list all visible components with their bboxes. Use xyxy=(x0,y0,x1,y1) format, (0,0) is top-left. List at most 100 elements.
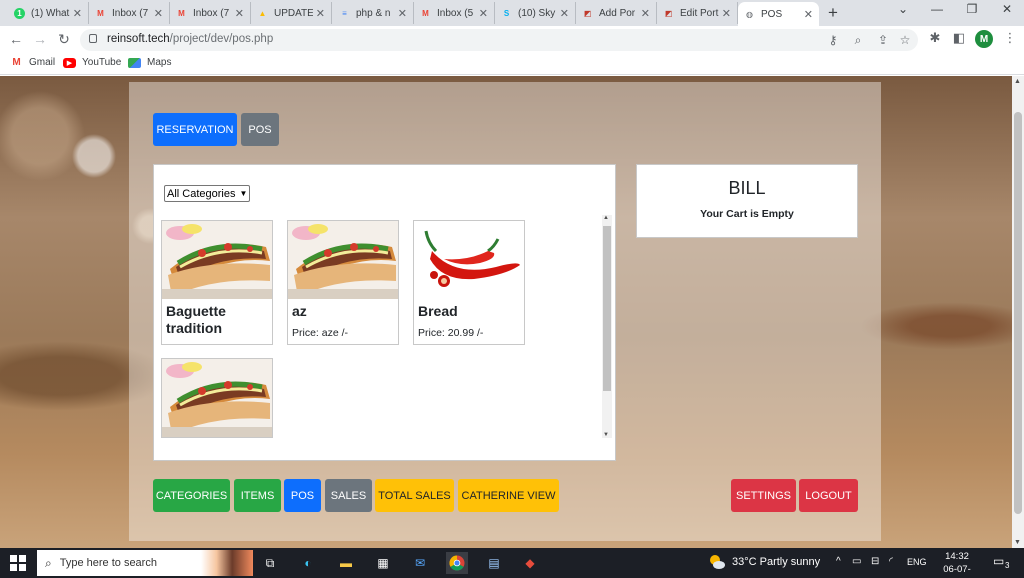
site-icon: ◩ xyxy=(664,8,673,18)
close-tab-icon[interactable]: ✕ xyxy=(316,7,325,20)
forward-arrow-icon[interactable]: → xyxy=(31,31,49,47)
windows-start-icon[interactable] xyxy=(10,555,26,571)
task-view-icon[interactable]: ⧉ xyxy=(259,552,281,574)
browser-tab[interactable]: ▲ UPDATE ✕ xyxy=(251,2,332,24)
reservation-button[interactable]: RESERVATION xyxy=(153,113,237,146)
chevron-down-icon: ▼ xyxy=(239,189,248,198)
tab-label: POS xyxy=(761,8,783,20)
browser-tab[interactable]: ◩ Edit Port ✕ xyxy=(657,2,738,24)
sales-button[interactable]: SALES xyxy=(325,479,372,512)
close-tab-icon[interactable]: ✕ xyxy=(235,7,244,20)
close-window-button[interactable]: ✕ xyxy=(992,2,1022,16)
browser-tab[interactable]: M Inbox (5 ✕ xyxy=(414,2,495,24)
maps-icon xyxy=(128,57,141,68)
close-tab-icon[interactable]: ✕ xyxy=(73,7,82,20)
scroll-up-arrow-icon[interactable]: ▲ xyxy=(1014,78,1021,85)
page-scrollbar[interactable]: ▲ ▼ xyxy=(1012,76,1024,548)
minimize-button[interactable]: — xyxy=(922,2,952,16)
product-card[interactable]: Bread Price: 20.99 /- xyxy=(413,220,525,345)
product-card[interactable]: az Price: aze /- xyxy=(287,220,399,345)
bookmark-gmail[interactable]: M Gmail xyxy=(10,57,55,68)
chrome-icon[interactable] xyxy=(446,552,468,574)
bill-title: BILL xyxy=(728,178,766,198)
browser-tab[interactable]: ◍ POS ✕ xyxy=(738,2,819,26)
mail-icon[interactable]: ✉ xyxy=(409,552,431,574)
scroll-down-arrow-icon[interactable]: ▼ xyxy=(603,432,609,438)
product-card[interactable] xyxy=(161,358,273,438)
language-indicator[interactable]: ENG xyxy=(907,557,927,567)
share-icon[interactable]: ⇪ xyxy=(875,33,891,47)
product-name: az xyxy=(292,303,307,319)
product-image-sandwich xyxy=(162,359,272,437)
weather-widget[interactable]: 33°C Partly sunny xyxy=(708,554,820,570)
pos-tab-button[interactable]: POS xyxy=(241,113,279,146)
search-icon: ⌕ xyxy=(45,555,52,570)
bookmark-youtube[interactable]: ▶ YouTube xyxy=(63,57,121,68)
close-tab-icon[interactable]: ✕ xyxy=(560,7,569,20)
close-tab-icon[interactable]: ✕ xyxy=(398,7,407,20)
catherine-view-button[interactable]: CATHERINE VIEW xyxy=(458,479,559,512)
zoom-icon[interactable]: ⌕ xyxy=(850,33,866,48)
tab-label: UPDATE xyxy=(274,7,313,19)
reload-icon[interactable]: ↻ xyxy=(55,31,73,48)
close-tab-icon[interactable]: ✕ xyxy=(641,7,650,20)
browser-tab[interactable]: S (10) Sky ✕ xyxy=(495,2,576,24)
pos-button[interactable]: POS xyxy=(284,479,321,512)
show-hidden-icons-chevron-icon[interactable]: ^ xyxy=(836,556,841,567)
password-key-icon[interactable]: ⚷ xyxy=(825,33,841,47)
file-explorer-icon[interactable]: ▬ xyxy=(335,552,357,574)
store-icon[interactable]: ▦ xyxy=(372,552,394,574)
wifi-icon[interactable]: ◜ xyxy=(889,556,893,567)
side-panel-icon[interactable]: ◧ xyxy=(950,30,968,46)
notification-center-icon[interactable]: ▭ xyxy=(993,554,1004,568)
browser-tab[interactable]: ◩ Add Por ✕ xyxy=(576,2,657,24)
close-tab-icon[interactable]: ✕ xyxy=(804,8,813,21)
url-domain: reinsoft.tech xyxy=(107,33,170,45)
extensions-puzzle-icon[interactable]: ✱ xyxy=(926,30,944,46)
system-clock[interactable]: 14:32 06-07-2023 xyxy=(933,550,981,578)
scrollbar-thumb[interactable] xyxy=(603,226,611,391)
new-tab-button[interactable]: + xyxy=(828,3,838,23)
logout-button[interactable]: LOGOUT xyxy=(799,479,858,512)
notepad-icon[interactable]: ▤ xyxy=(483,552,505,574)
app-red-icon[interactable]: ◆ xyxy=(519,552,541,574)
edge-icon[interactable]: ◐ xyxy=(297,552,319,574)
items-button[interactable]: ITEMS xyxy=(234,479,281,512)
scrollbar-thumb[interactable] xyxy=(1014,112,1022,514)
weather-text: 33°C Partly sunny xyxy=(732,556,821,568)
browser-tab[interactable]: ≡ php & n ✕ xyxy=(333,2,414,24)
browser-tab[interactable]: 1 (1) What ✕ xyxy=(8,2,89,24)
battery-icon[interactable]: ⊟ xyxy=(871,556,879,567)
site-icon: ◩ xyxy=(583,8,592,18)
tab-search-icon[interactable]: ⌄ xyxy=(888,2,918,16)
bookmark-star-icon[interactable]: ☆ xyxy=(897,33,913,47)
product-name: Bread xyxy=(418,303,458,319)
profile-avatar[interactable]: M xyxy=(975,30,993,48)
taskbar-search-box[interactable]: ⌕ Type here to search xyxy=(37,550,253,576)
settings-button[interactable]: SETTINGS xyxy=(731,479,796,512)
maximize-button[interactable]: ❐ xyxy=(957,2,987,16)
browser-tab[interactable]: M Inbox (7 ✕ xyxy=(89,2,170,24)
scroll-up-arrow-icon[interactable]: ▲ xyxy=(603,215,609,221)
address-bar[interactable]: reinsoft.tech/project/dev/pos.php ⚷ ⌕ ⇪ … xyxy=(80,29,918,51)
close-tab-icon[interactable]: ✕ xyxy=(479,7,488,20)
back-arrow-icon[interactable]: ← xyxy=(7,31,25,47)
bookmark-maps[interactable]: Maps xyxy=(128,57,171,68)
browser-tab[interactable]: M Inbox (7 ✕ xyxy=(170,2,251,24)
category-select[interactable]: All Categories ▼ xyxy=(164,185,251,202)
docs-icon: ≡ xyxy=(342,8,347,18)
skype-icon: S xyxy=(503,8,510,18)
close-tab-icon[interactable]: ✕ xyxy=(722,7,731,20)
total-sales-button[interactable]: TOTAL SALES xyxy=(375,479,454,512)
product-card[interactable]: Baguette tradition xyxy=(161,220,273,345)
products-scrollbar[interactable]: ▲ ▼ xyxy=(602,215,612,438)
scroll-down-arrow-icon[interactable]: ▼ xyxy=(1014,539,1021,546)
partly-sunny-icon xyxy=(710,555,725,569)
categories-button[interactable]: CATEGORIES xyxy=(153,479,230,512)
network-icon[interactable]: ▭ xyxy=(852,556,861,567)
bookmarks-bar: M Gmail ▶ YouTube Maps xyxy=(0,53,1024,75)
category-select-value: All Categories xyxy=(167,187,236,200)
close-tab-icon[interactable]: ✕ xyxy=(154,7,163,20)
tab-label: php & n xyxy=(356,7,391,19)
menu-kebab-icon[interactable]: ⋮ xyxy=(1001,30,1019,46)
